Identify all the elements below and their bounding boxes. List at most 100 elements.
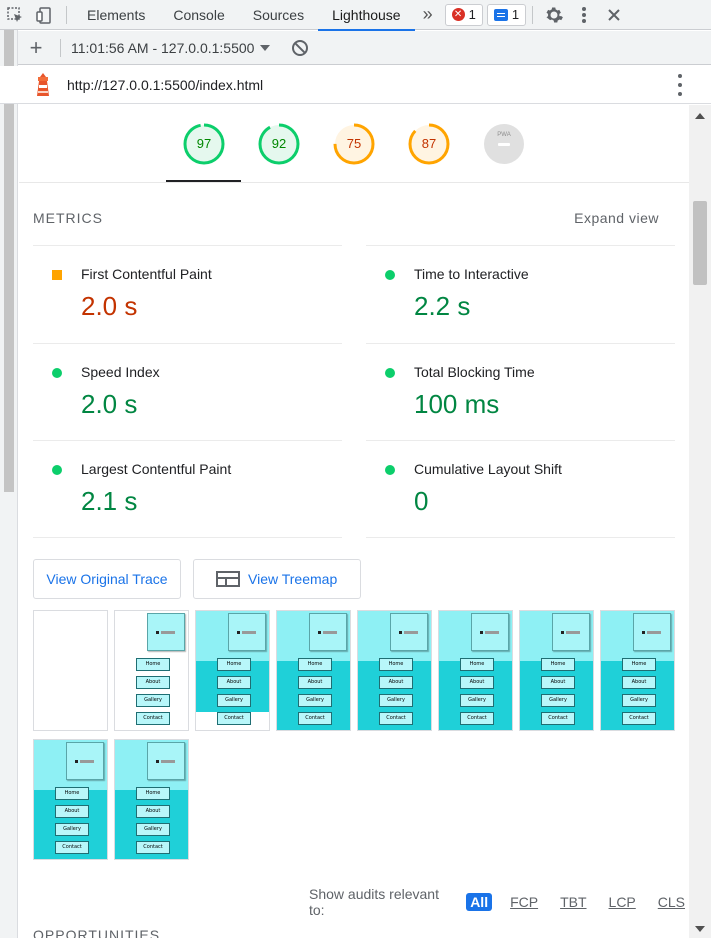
filter-tbt[interactable]: TBT — [556, 893, 590, 911]
filter-cls[interactable]: CLS — [654, 893, 689, 911]
metric-tbt: Total Blocking Time 100 ms — [366, 343, 675, 441]
filmstrip-frame: Home About Gallery Contact — [357, 610, 432, 731]
more-tabs-button[interactable]: » — [415, 0, 441, 30]
frame-nav-button: Home — [55, 787, 89, 800]
frame-logo — [228, 613, 266, 651]
frame-nav-button: Gallery — [541, 694, 575, 707]
pass-circle-icon — [385, 368, 395, 378]
pwa-gauge[interactable]: PWA — [483, 123, 525, 165]
frame-nav-button: About — [136, 676, 170, 689]
filmstrip-frame: Home About Gallery Contact — [519, 610, 594, 731]
score-gauges: 97 92 75 87 PWA — [19, 105, 689, 183]
frame-nav-button: About — [136, 805, 170, 818]
metric-value: 2.0 s — [81, 389, 138, 419]
filter-lcp[interactable]: LCP — [605, 893, 640, 911]
frame-logo — [147, 613, 185, 651]
pwa-label: PWA — [497, 132, 511, 138]
frame-nav-button: Contact — [136, 841, 170, 854]
frame-nav-button: Home — [622, 658, 656, 671]
tab-sources[interactable]: Sources — [239, 0, 318, 30]
report-scrollbar[interactable] — [689, 105, 711, 938]
scrollbar-thumb[interactable] — [693, 201, 707, 285]
pass-circle-icon — [52, 465, 62, 475]
frame-nav-button: About — [217, 676, 251, 689]
gauge-score: 75 — [346, 136, 362, 151]
frame-nav-button: Home — [136, 787, 170, 800]
metric-speed-index: Speed Index 2.0 s — [33, 343, 342, 441]
filter-all[interactable]: All — [466, 893, 493, 911]
message-count-badge[interactable]: 1 — [486, 3, 527, 26]
error-count-badge[interactable]: ✕ 1 — [444, 3, 483, 26]
seo-gauge[interactable]: 87 — [408, 123, 450, 165]
expand-view-toggle[interactable]: Expand view — [574, 210, 659, 226]
frame-nav-button: Contact — [298, 712, 332, 725]
metric-fcp: First Contentful Paint 2.0 s — [33, 245, 342, 343]
filmstrip-frame: Home About Gallery Contact — [114, 610, 189, 731]
frame-nav-button: About — [298, 676, 332, 689]
audit-filter: Show audits relevant to: All FCP TBT LCP… — [309, 886, 689, 918]
metric-value: 2.0 s — [81, 291, 138, 321]
frame-nav-button: Home — [379, 658, 413, 671]
tab-lighthouse[interactable]: Lighthouse — [318, 0, 415, 31]
gauge-score: 92 — [271, 136, 287, 151]
tab-elements[interactable]: Elements — [73, 0, 159, 30]
frame-nav-button: Gallery — [622, 694, 656, 707]
selected-gauge-indicator — [166, 180, 241, 182]
frame-nav-button: Contact — [541, 712, 575, 725]
clear-reports-icon[interactable] — [292, 39, 309, 56]
opportunities-heading: OPPORTUNITIES — [33, 927, 161, 938]
error-count: 1 — [468, 7, 476, 22]
frame-nav-button: Contact — [217, 712, 251, 725]
frame-nav-button: About — [622, 676, 656, 689]
report-url-bar: http://127.0.0.1:5500/index.html — [0, 66, 711, 104]
tab-console[interactable]: Console — [159, 0, 238, 30]
report-menu-icon[interactable] — [677, 74, 683, 96]
frame-nav-button: About — [460, 676, 494, 689]
settings-gear-icon[interactable] — [539, 0, 569, 30]
customize-menu-icon[interactable] — [569, 0, 599, 30]
filter-fcp[interactable]: FCP — [506, 893, 542, 911]
metric-label: Cumulative Layout Shift — [414, 461, 562, 477]
lighthouse-logo-icon — [37, 72, 49, 96]
new-report-button[interactable]: + — [18, 31, 54, 65]
filmstrip-frame: Home About Gallery Contact — [33, 739, 108, 860]
frame-nav-button: Gallery — [136, 823, 170, 836]
frame-nav-button: About — [379, 676, 413, 689]
metric-value: 0 — [414, 486, 429, 516]
best-practices-gauge[interactable]: 75 — [333, 123, 375, 165]
device-toolbar-icon[interactable] — [30, 0, 60, 30]
view-treemap-button[interactable]: View Treemap — [193, 559, 361, 599]
view-treemap-label: View Treemap — [248, 571, 338, 587]
message-count: 1 — [511, 7, 520, 22]
metric-label: Total Blocking Time — [414, 364, 535, 380]
scroll-down-arrow-icon[interactable] — [695, 926, 705, 932]
accessibility-gauge[interactable]: 92 — [258, 123, 300, 165]
divider — [66, 5, 67, 24]
metrics-heading: METRICS — [33, 210, 103, 226]
metric-label: Speed Index — [81, 364, 160, 380]
frame-nav-button: Home — [460, 658, 494, 671]
frame-logo — [66, 742, 104, 780]
frame-nav-button: Home — [136, 658, 170, 671]
performance-gauge[interactable]: 97 — [183, 123, 225, 165]
lighthouse-toolbar: + 11:01:56 AM - 127.0.0.1:5500 — [0, 31, 711, 65]
report-selector[interactable]: 11:01:56 AM - 127.0.0.1:5500 — [71, 40, 271, 56]
scroll-up-arrow-icon[interactable] — [695, 113, 705, 119]
inspect-element-icon[interactable] — [0, 0, 30, 30]
frame-nav-button: Home — [298, 658, 332, 671]
frame-nav-button: Home — [217, 658, 251, 671]
metric-cls: Cumulative Layout Shift 0 — [366, 440, 675, 538]
view-original-trace-button[interactable]: View Original Trace — [33, 559, 181, 599]
pass-circle-icon — [385, 465, 395, 475]
frame-nav-button: Home — [541, 658, 575, 671]
gauge-score: 97 — [196, 136, 212, 151]
pass-circle-icon — [52, 368, 62, 378]
close-icon[interactable] — [599, 0, 629, 30]
frame-nav-button: Contact — [136, 712, 170, 725]
average-square-icon — [52, 270, 62, 280]
frame-nav-button: About — [55, 805, 89, 818]
frame-nav-button: Contact — [379, 712, 413, 725]
frame-nav-button: Gallery — [379, 694, 413, 707]
message-icon — [493, 8, 508, 21]
frame-nav-button: Gallery — [136, 694, 170, 707]
